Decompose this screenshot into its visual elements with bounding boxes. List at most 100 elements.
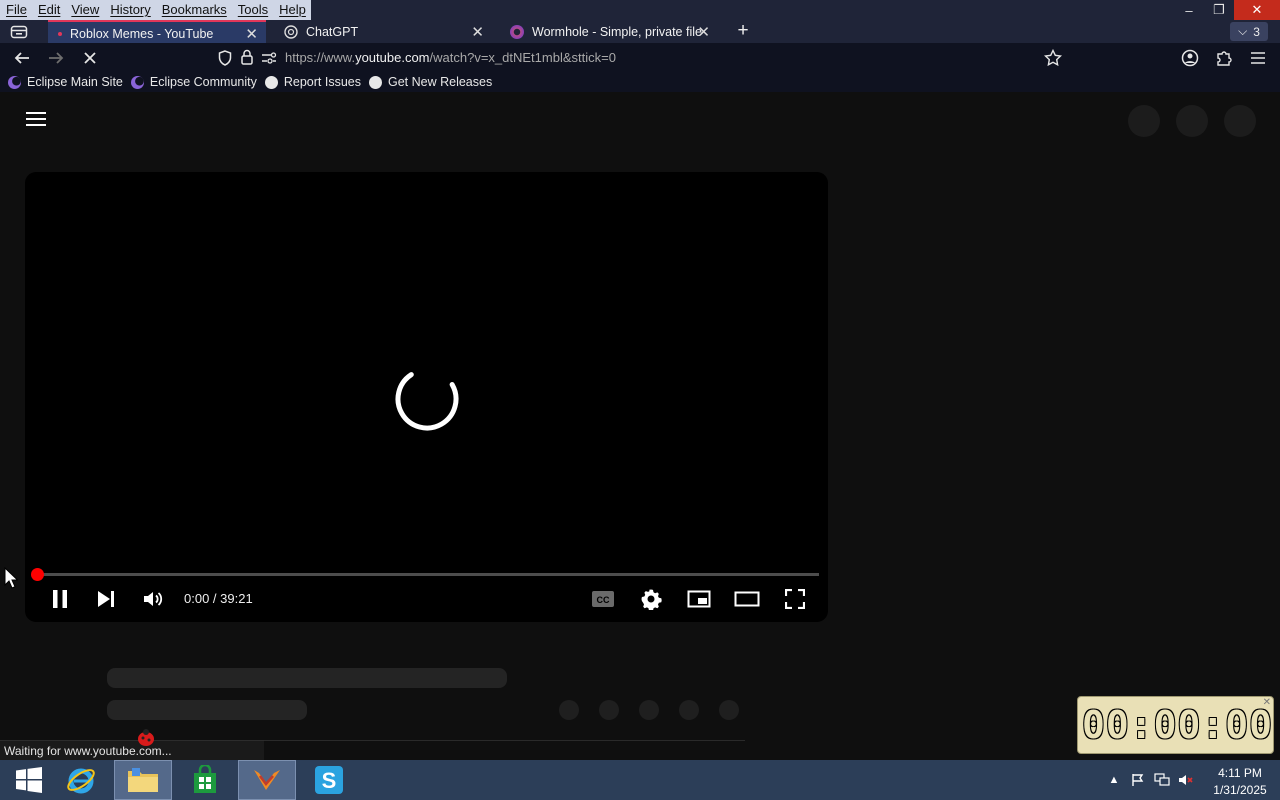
taskbar-time[interactable]: 4:11 PM <box>1215 766 1265 780</box>
taskbar-store[interactable] <box>176 760 234 800</box>
captions-icon: CC <box>592 591 614 607</box>
firefox-view-icon <box>10 25 28 39</box>
status-bar: Waiting for www.youtube.com... <box>0 740 264 760</box>
pause-button[interactable] <box>47 584 73 614</box>
url-bar[interactable]: https://www.youtube.com/watch?v=x_dtNEt1… <box>210 46 1070 69</box>
stop-x-icon <box>84 52 96 64</box>
tab-close-icon[interactable]: ✕ <box>245 25 258 43</box>
next-button[interactable] <box>93 584 119 614</box>
close-icon[interactable]: ✕ <box>1263 697 1271 708</box>
loading-spinner-icon <box>395 367 459 431</box>
stop-button[interactable] <box>80 48 100 68</box>
tab-close-icon[interactable]: ✕ <box>697 23 710 41</box>
tab-roblox-memes[interactable]: Roblox Memes - YouTube ✕ <box>48 20 266 45</box>
theater-mode-button[interactable] <box>734 584 760 614</box>
menu-tools[interactable]: Tools <box>232 0 273 20</box>
url-path: /watch?v=x_dtNEt1mbl&sttick=0 <box>429 50 616 65</box>
menu-file[interactable]: File <box>0 0 32 20</box>
bookmarks-toolbar: Eclipse Main Site Eclipse Community Repo… <box>0 72 1280 92</box>
extensions-button[interactable] <box>1214 48 1234 68</box>
tab-strip: Roblox Memes - YouTube ✕ ChatGPT ✕ Wormh… <box>0 20 1280 45</box>
url-host: youtube.com <box>355 50 430 65</box>
bookmark-star-icon[interactable] <box>1043 48 1063 71</box>
svg-text:CC: CC <box>597 595 610 605</box>
menu-bookmarks[interactable]: Bookmarks <box>156 0 232 20</box>
forward-button[interactable] <box>46 48 66 68</box>
permissions-icon[interactable] <box>261 51 277 69</box>
start-button[interactable] <box>0 760 58 800</box>
placeholder-avatar <box>1176 105 1208 137</box>
taskbar-date[interactable]: 1/31/2025 <box>1208 783 1272 797</box>
fullscreen-button[interactable] <box>782 584 808 614</box>
tab-title: ChatGPT <box>306 24 359 39</box>
show-hidden-icons-button[interactable]: ▲ <box>1106 772 1122 788</box>
windows-logo-icon <box>16 767 42 793</box>
internet-explorer-icon <box>67 768 95 794</box>
menu-edit[interactable]: Edit <box>32 0 65 20</box>
bookmark-eclipse-main-site[interactable]: Eclipse Main Site <box>8 72 123 92</box>
taskbar-skype[interactable]: S <box>300 760 358 800</box>
video-player[interactable]: 0:00 / 39:21 CC <box>25 172 828 622</box>
guide-menu-button[interactable] <box>26 112 46 128</box>
captions-button[interactable]: CC <box>590 584 616 614</box>
bookmark-label: Report Issues <box>283 75 361 89</box>
bookmark-report-issues[interactable]: Report Issues <box>264 72 361 92</box>
account-button[interactable] <box>1180 48 1200 68</box>
minimize-button[interactable]: – <box>1174 0 1204 20</box>
title-placeholder <box>107 668 507 688</box>
new-tab-button[interactable]: + <box>733 21 753 42</box>
chevron-down-icon: ⌵ <box>1238 24 1248 38</box>
menu-help[interactable]: Help <box>273 0 311 20</box>
github-icon <box>264 75 278 89</box>
close-window-button[interactable]: ✕ <box>1234 0 1280 20</box>
scrubber-handle[interactable] <box>31 568 44 581</box>
mute-button[interactable] <box>140 584 166 614</box>
browser-titlebar: File Edit View History Bookmarks Tools H… <box>0 0 1280 45</box>
firefox-view-button[interactable] <box>8 22 30 42</box>
window-controls: – ❐ ✕ <box>1174 0 1280 20</box>
action-placeholder <box>599 700 619 720</box>
menu-bar: File Edit View History Bookmarks Tools H… <box>0 0 311 20</box>
back-button[interactable] <box>12 48 32 68</box>
bookmark-get-new-releases[interactable]: Get New Releases <box>368 72 493 92</box>
app-menu-button[interactable] <box>1248 48 1268 68</box>
miniplayer-button[interactable] <box>686 584 712 614</box>
taskbar-file-explorer[interactable] <box>114 760 172 800</box>
volume-muted-icon[interactable] <box>1178 772 1194 788</box>
forward-arrow-icon <box>49 52 64 64</box>
network-icon[interactable] <box>1154 772 1170 788</box>
action-center-flag-icon[interactable] <box>1130 772 1146 788</box>
taskbar-firefox[interactable] <box>238 760 296 800</box>
store-icon <box>194 765 216 793</box>
bookmark-label: Eclipse Community <box>149 75 257 89</box>
progress-bar[interactable] <box>37 573 819 576</box>
bookmark-eclipse-community[interactable]: Eclipse Community <box>130 72 257 92</box>
menu-line <box>26 118 46 120</box>
bookmark-label: Get New Releases <box>387 75 493 89</box>
tab-close-icon[interactable]: ✕ <box>471 23 484 41</box>
placeholder-avatar <box>1224 105 1256 137</box>
action-placeholder <box>639 700 659 720</box>
taskbar-internet-explorer[interactable] <box>52 760 110 800</box>
shield-icon[interactable] <box>218 50 232 71</box>
action-placeholder <box>679 700 699 720</box>
tab-count: 3 <box>1253 24 1260 39</box>
skype-icon: S <box>315 766 343 794</box>
folder-icon <box>128 768 158 792</box>
pause-icon <box>53 590 67 608</box>
chatgpt-icon <box>284 24 298 39</box>
theater-icon <box>734 591 760 607</box>
svg-text:S: S <box>322 768 337 793</box>
clock-gadget[interactable]: 00:00:00 ✕ <box>1077 696 1274 754</box>
settings-button[interactable] <box>638 584 664 614</box>
menu-view[interactable]: View <box>65 0 104 20</box>
menu-history[interactable]: History <box>104 0 155 20</box>
puzzle-icon <box>1217 51 1232 66</box>
list-all-tabs-button[interactable]: ⌵ 3 <box>1230 22 1268 41</box>
tab-wormhole[interactable]: Wormhole - Simple, private file ✕ <box>500 20 718 43</box>
lock-icon[interactable] <box>240 49 254 70</box>
clock-digits: 00:00:00 <box>1082 703 1274 747</box>
restore-button[interactable]: ❐ <box>1204 0 1234 20</box>
navigation-bar: https://www.youtube.com/watch?v=x_dtNEt1… <box>0 43 1280 72</box>
tab-chatgpt[interactable]: ChatGPT ✕ <box>274 20 492 43</box>
